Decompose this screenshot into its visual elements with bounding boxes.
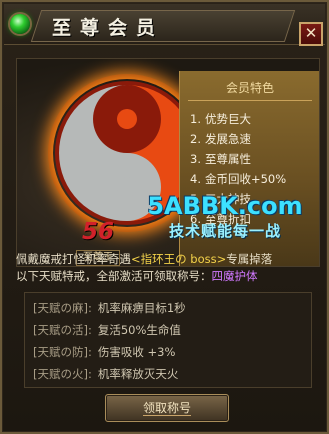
talent-effect: 复活50%生命值: [97, 323, 181, 337]
talent-effect: 机率麻痹目标1秒: [97, 301, 186, 315]
talent-effect: 机率释放灭天火: [97, 367, 179, 381]
feature-num: 4.: [190, 172, 201, 186]
watermark-slogan: 技术赋能每一战: [168, 222, 281, 240]
talent-row: [天赋の麻]: 机率麻痹目标1秒: [33, 300, 186, 316]
taiji-red-dot: [117, 109, 137, 129]
window-title: 至尊会员: [52, 17, 165, 39]
description-line-2: 以下天赋特戒，全部激活可领取称号：四魔护体: [16, 268, 320, 285]
vip-window: 至尊会员 ✕ 会员特色 1. 优势巨大 2. 发展急速 3. 至尊属性 4. 金币回收+…: [0, 0, 329, 434]
talent-name: [天赋の火]:: [33, 367, 92, 381]
feature-num: 2.: [190, 132, 201, 146]
feature-num: 1.: [190, 112, 201, 126]
talent-name: [天赋の麻]:: [33, 301, 92, 315]
feature-text: 优势巨大: [204, 112, 251, 126]
desc-text: 专属掉落: [226, 252, 273, 266]
talent-row: [天赋の防]: 伤害吸收 +3%: [33, 344, 175, 360]
talent-name: [天赋の活]:: [33, 323, 92, 337]
boss-name: <指环王の boss>: [131, 252, 227, 266]
feature-item: 2. 发展急速: [190, 131, 251, 147]
description-line-1: 佩戴魔戒打怪机率奇遇<指环王の boss>专属掉落: [16, 251, 320, 268]
feature-num: 3.: [190, 152, 201, 166]
feature-text: 发展急速: [204, 132, 251, 146]
feature-item: 1. 优势巨大: [190, 111, 251, 127]
feature-text: 金币回收+50%: [204, 172, 287, 186]
desc-text: 以下天赋特戒，全部激活可领取称号：: [16, 269, 212, 283]
talent-row: [天赋の活]: 复活50%生命值: [33, 322, 181, 338]
talents-box: [天赋の麻]: 机率麻痹目标1秒 [天赋の活]: 复活50%生命值 [天赋の防]: 伤…: [24, 292, 312, 388]
title-bar: 至尊会员: [4, 4, 325, 45]
receive-title-label[interactable]: 领取称号: [142, 401, 191, 416]
feature-text: 至尊属性: [204, 152, 251, 166]
features-divider: [188, 100, 312, 101]
close-icon[interactable]: ✕: [305, 24, 318, 42]
watermark-domain: 5ABBK.com: [147, 192, 303, 220]
desc-text: 佩戴魔戒打怪机率奇遇: [16, 252, 131, 266]
features-title: 会员特色: [225, 81, 274, 95]
description: 佩戴魔戒打怪机率奇遇<指环王の boss>专属掉落 以下天赋特戒，全部激活可领取…: [16, 251, 320, 285]
reward-title: 四魔护体: [211, 269, 258, 283]
feature-item: 4. 金币回收+50%: [190, 171, 286, 187]
feature-item: 3. 至尊属性: [190, 151, 251, 167]
talent-effect: 伤害吸收 +3%: [97, 345, 176, 359]
green-gem-icon: [10, 14, 30, 34]
receive-title-button[interactable]: 领取称号: [105, 394, 229, 422]
close-button[interactable]: ✕: [299, 22, 323, 46]
talent-name: [天赋の防]:: [33, 345, 92, 359]
talent-row: [天赋の火]: 机率释放灭天火: [33, 366, 178, 382]
